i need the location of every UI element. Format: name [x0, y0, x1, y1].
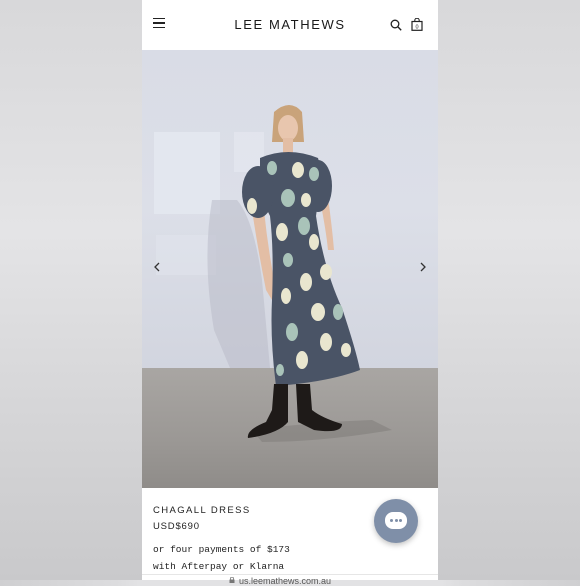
product-name: CHAGALL DRESS — [153, 505, 251, 516]
browser-url[interactable]: us.leemathews.com.au — [239, 576, 331, 586]
product-photo — [154, 105, 392, 442]
mobile-page: LEE MATHEWS 0 CHAGALL DRESS USD$690 or f… — [142, 0, 438, 580]
blurred-background-right — [438, 0, 580, 580]
shopping-bag-icon[interactable]: 0 — [411, 18, 423, 31]
installment-info: or four payments of $173 with Afterpay o… — [153, 541, 353, 575]
blurred-background-left — [0, 0, 142, 580]
search-icon[interactable] — [390, 19, 402, 31]
product-price: USD$690 — [153, 521, 200, 532]
lock-icon — [229, 577, 235, 583]
chat-bubble-icon — [385, 512, 407, 529]
chevron-left-icon[interactable] — [150, 260, 164, 274]
installment-line-1: or four payments of $173 — [153, 544, 290, 555]
product-image-gallery[interactable] — [142, 50, 438, 488]
bag-count: 0 — [415, 25, 418, 31]
chevron-right-icon[interactable] — [416, 260, 430, 274]
installment-line-2: with Afterpay or Klarna — [153, 561, 285, 572]
site-header: LEE MATHEWS 0 — [142, 0, 438, 50]
chat-button[interactable] — [374, 499, 418, 543]
